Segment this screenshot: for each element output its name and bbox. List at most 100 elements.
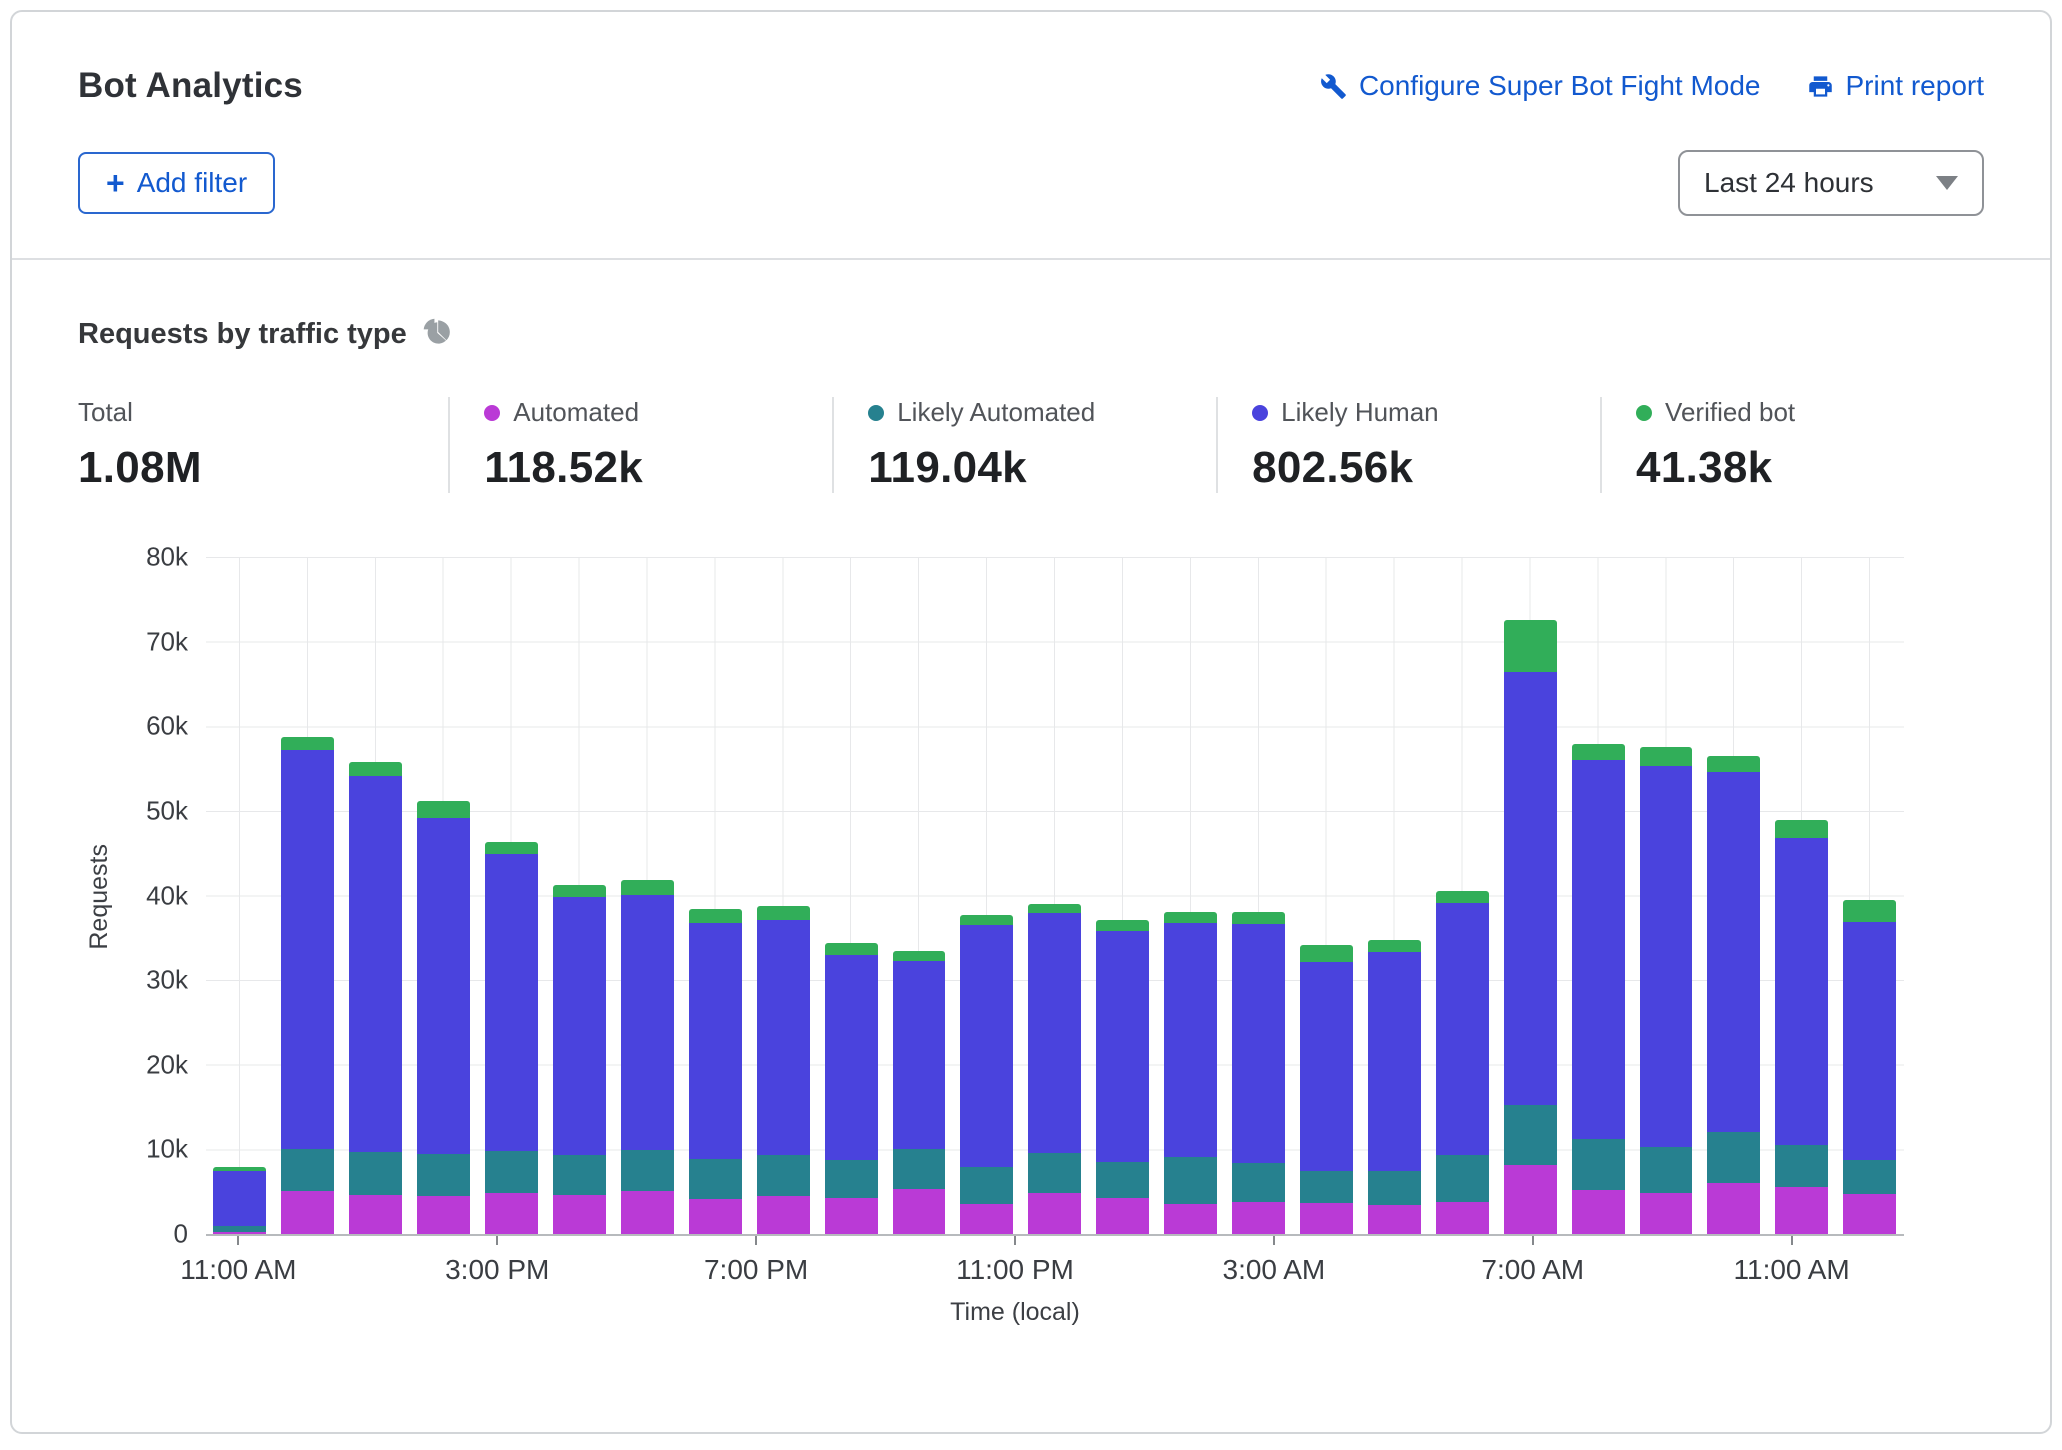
stat-automated[interactable]: Automated 118.52k bbox=[448, 397, 832, 493]
bar-segment-automated[interactable] bbox=[1164, 1204, 1217, 1234]
bar-segment-likely_human[interactable] bbox=[1707, 772, 1760, 1132]
bar-slot-9-00-am[interactable] bbox=[1700, 557, 1768, 1234]
bar-segment-likely_automated[interactable] bbox=[825, 1160, 878, 1198]
bar-segment-automated[interactable] bbox=[1028, 1193, 1081, 1234]
bar-segment-verified_bot[interactable] bbox=[1368, 940, 1421, 952]
stacked-bar[interactable] bbox=[1775, 820, 1828, 1234]
bar-slot-5-00-am[interactable] bbox=[1428, 557, 1496, 1234]
bar-segment-likely_automated[interactable] bbox=[1775, 1145, 1828, 1187]
bar-segment-automated[interactable] bbox=[1640, 1193, 1693, 1234]
bar-segment-likely_human[interactable] bbox=[213, 1171, 266, 1227]
bar-segment-verified_bot[interactable] bbox=[1504, 620, 1557, 672]
bar-segment-likely_human[interactable] bbox=[1572, 760, 1625, 1139]
bar-segment-likely_automated[interactable] bbox=[960, 1167, 1013, 1203]
bar-slot-6-00-am[interactable] bbox=[1496, 557, 1564, 1234]
bar-segment-verified_bot[interactable] bbox=[757, 906, 810, 920]
bar-slot-11-00-pm[interactable] bbox=[1021, 557, 1089, 1234]
stacked-bar[interactable] bbox=[960, 915, 1013, 1234]
bar-segment-likely_human[interactable] bbox=[1232, 924, 1285, 1163]
stat-likely-automated[interactable]: Likely Automated 119.04k bbox=[832, 397, 1216, 493]
bar-segment-likely_human[interactable] bbox=[757, 920, 810, 1155]
bar-segment-likely_human[interactable] bbox=[960, 925, 1013, 1167]
print-report-link[interactable]: Print report bbox=[1807, 70, 1985, 102]
bar-segment-automated[interactable] bbox=[825, 1198, 878, 1234]
configure-super-bot-fight-mode-link[interactable]: Configure Super Bot Fight Mode bbox=[1320, 70, 1761, 102]
bar-slot-8-00-pm[interactable] bbox=[817, 557, 885, 1234]
bar-slot-9-00-pm[interactable] bbox=[885, 557, 953, 1234]
bar-segment-likely_automated[interactable] bbox=[1436, 1155, 1489, 1202]
bar-segment-automated[interactable] bbox=[689, 1199, 742, 1234]
stacked-bar[interactable] bbox=[757, 906, 810, 1234]
bar-slot-7-00-am[interactable] bbox=[1564, 557, 1632, 1234]
bar-segment-likely_human[interactable] bbox=[1096, 931, 1149, 1162]
bar-segment-likely_human[interactable] bbox=[485, 854, 538, 1151]
bar-segment-verified_bot[interactable] bbox=[281, 737, 334, 750]
bar-segment-verified_bot[interactable] bbox=[349, 762, 402, 776]
bar-segment-likely_automated[interactable] bbox=[553, 1155, 606, 1195]
bar-segment-automated[interactable] bbox=[1572, 1190, 1625, 1234]
bar-segment-likely_automated[interactable] bbox=[1096, 1162, 1149, 1198]
bar-segment-automated[interactable] bbox=[1096, 1198, 1149, 1234]
add-filter-button[interactable]: + Add filter bbox=[78, 152, 275, 214]
bar-segment-verified_bot[interactable] bbox=[417, 801, 470, 818]
bar-slot-4-00-am[interactable] bbox=[1360, 557, 1428, 1234]
bar-segment-automated[interactable] bbox=[1843, 1194, 1896, 1234]
bar-slot-3-00-pm[interactable] bbox=[478, 557, 546, 1234]
bar-segment-automated[interactable] bbox=[960, 1204, 1013, 1234]
bar-segment-likely_automated[interactable] bbox=[1572, 1139, 1625, 1190]
bar-segment-verified_bot[interactable] bbox=[553, 885, 606, 898]
bar-segment-likely_automated[interactable] bbox=[1300, 1171, 1353, 1202]
bar-segment-likely_human[interactable] bbox=[1436, 903, 1489, 1155]
bar-segment-likely_automated[interactable] bbox=[1028, 1153, 1081, 1194]
bar-segment-likely_human[interactable] bbox=[349, 776, 402, 1152]
bar-slot-12-00-am[interactable] bbox=[1089, 557, 1157, 1234]
bar-segment-verified_bot[interactable] bbox=[1300, 945, 1353, 961]
bar-segment-likely_human[interactable] bbox=[1843, 922, 1896, 1161]
bar-segment-verified_bot[interactable] bbox=[960, 915, 1013, 925]
bar-segment-automated[interactable] bbox=[1436, 1202, 1489, 1234]
bar-segment-automated[interactable] bbox=[1775, 1187, 1828, 1234]
stacked-bar[interactable] bbox=[213, 1167, 266, 1234]
stacked-bar[interactable] bbox=[1843, 900, 1896, 1234]
stacked-bar[interactable] bbox=[485, 842, 538, 1234]
bar-segment-likely_automated[interactable] bbox=[1707, 1132, 1760, 1183]
stacked-bar[interactable] bbox=[1572, 744, 1625, 1234]
bar-segment-verified_bot[interactable] bbox=[689, 909, 742, 923]
stacked-bar[interactable] bbox=[553, 885, 606, 1235]
bar-segment-verified_bot[interactable] bbox=[825, 943, 878, 955]
bar-segment-likely_automated[interactable] bbox=[1640, 1147, 1693, 1193]
bar-segment-verified_bot[interactable] bbox=[1232, 912, 1285, 924]
bar-segment-automated[interactable] bbox=[417, 1196, 470, 1234]
bar-segment-likely_human[interactable] bbox=[1300, 962, 1353, 1172]
bar-segment-automated[interactable] bbox=[757, 1196, 810, 1234]
stacked-bar[interactable] bbox=[1504, 620, 1557, 1234]
bar-slot-2-00-pm[interactable] bbox=[410, 557, 478, 1234]
bar-segment-likely_human[interactable] bbox=[1368, 952, 1421, 1171]
bar-segment-automated[interactable] bbox=[553, 1195, 606, 1234]
bar-segment-verified_bot[interactable] bbox=[893, 951, 946, 961]
bar-segment-likely_human[interactable] bbox=[553, 897, 606, 1155]
bar-slot-10-00-am[interactable] bbox=[1768, 557, 1836, 1234]
bar-segment-verified_bot[interactable] bbox=[1707, 756, 1760, 772]
stacked-bar[interactable] bbox=[417, 801, 470, 1234]
bar-segment-automated[interactable] bbox=[349, 1195, 402, 1234]
bar-slot-7-00-pm[interactable] bbox=[749, 557, 817, 1234]
stacked-bar[interactable] bbox=[1300, 945, 1353, 1234]
bar-segment-verified_bot[interactable] bbox=[1096, 920, 1149, 931]
bar-segment-automated[interactable] bbox=[893, 1189, 946, 1234]
bar-slot-11-00-am[interactable] bbox=[1836, 557, 1904, 1234]
bar-segment-likely_automated[interactable] bbox=[621, 1150, 674, 1191]
bar-segment-likely_human[interactable] bbox=[621, 895, 674, 1151]
time-range-dropdown[interactable]: Last 24 hours bbox=[1678, 150, 1984, 216]
stacked-bar[interactable] bbox=[689, 909, 742, 1234]
bar-segment-likely_human[interactable] bbox=[1028, 913, 1081, 1152]
bar-segment-verified_bot[interactable] bbox=[1164, 912, 1217, 922]
bar-slot-5-00-pm[interactable] bbox=[613, 557, 681, 1234]
stacked-bar[interactable] bbox=[1368, 940, 1421, 1234]
bar-segment-verified_bot[interactable] bbox=[1775, 820, 1828, 838]
bar-slot-1-00-pm[interactable] bbox=[342, 557, 410, 1234]
stacked-bar[interactable] bbox=[1164, 912, 1217, 1234]
stat-likely-human[interactable]: Likely Human 802.56k bbox=[1216, 397, 1600, 493]
bar-segment-likely_human[interactable] bbox=[893, 961, 946, 1149]
bar-slot-2-00-am[interactable] bbox=[1225, 557, 1293, 1234]
